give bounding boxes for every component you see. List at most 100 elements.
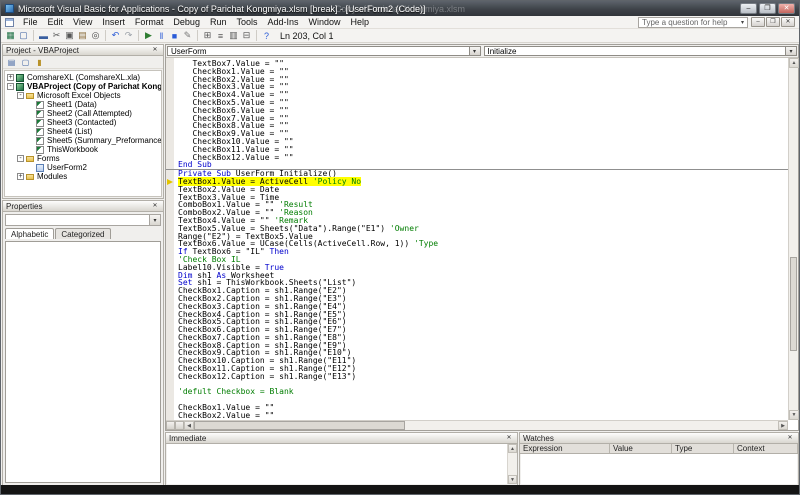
- chevron-down-icon[interactable]: ▾: [469, 47, 480, 55]
- view-excel-icon[interactable]: ▦: [4, 30, 17, 42]
- scroll-down-icon[interactable]: ▼: [789, 410, 799, 420]
- properties-object-combo[interactable]: ▾: [5, 214, 161, 226]
- menu-item-addins[interactable]: Add-Ins: [262, 16, 303, 29]
- sheet-icon: [36, 128, 44, 136]
- watches-panel-header[interactable]: Watches ✕: [520, 433, 798, 444]
- tab-alphabetic[interactable]: Alphabetic: [5, 228, 54, 239]
- menu-item-debug[interactable]: Debug: [168, 16, 205, 29]
- tree-item[interactable]: -Forms: [5, 154, 161, 163]
- menu-item-run[interactable]: Run: [205, 16, 232, 29]
- menu-item-window[interactable]: Window: [304, 16, 346, 29]
- chevron-down-icon[interactable]: ▾: [149, 215, 160, 225]
- sheet-icon: [36, 101, 44, 109]
- scroll-left-icon[interactable]: ◀: [184, 421, 194, 430]
- project-explorer-icon[interactable]: ⊞: [201, 30, 214, 42]
- tab-categorized[interactable]: Categorized: [55, 228, 110, 239]
- properties-window-icon[interactable]: ≡: [214, 30, 227, 42]
- break-icon[interactable]: ‖: [155, 30, 168, 42]
- scroll-up-icon[interactable]: ▲: [508, 444, 517, 453]
- menu-item-edit[interactable]: Edit: [43, 16, 69, 29]
- object-browser-icon[interactable]: ▥: [227, 30, 240, 42]
- tree-item[interactable]: Sheet1 (Data): [5, 100, 161, 109]
- project-panel-header[interactable]: Project - VBAProject ✕: [3, 45, 163, 56]
- toggle-folders-icon[interactable]: ▮: [34, 57, 45, 68]
- watches-list[interactable]: [521, 454, 797, 484]
- title-bar[interactable]: Microsoft Visual Basic for Applications …: [1, 1, 799, 16]
- view-object-icon[interactable]: ▢: [20, 57, 31, 68]
- save-icon[interactable]: ▬: [37, 30, 50, 42]
- immediate-panel-header[interactable]: Immediate ✕: [166, 433, 517, 444]
- reset-icon[interactable]: ■: [168, 30, 181, 42]
- tree-item[interactable]: UserForm2: [5, 163, 161, 172]
- tree-item[interactable]: -Microsoft Excel Objects: [5, 91, 161, 100]
- horizontal-scroll-thumb[interactable]: [194, 421, 405, 430]
- copy-icon[interactable]: ▣: [63, 30, 76, 42]
- minimize-button[interactable]: –: [740, 3, 757, 14]
- tree-expander[interactable]: +: [17, 173, 24, 180]
- close-icon[interactable]: ✕: [150, 46, 160, 55]
- code-horizontal-scrollbar[interactable]: ◀ ▶: [166, 420, 788, 430]
- code-vertical-scrollbar[interactable]: ▲ ▼: [788, 58, 798, 420]
- vba-main-window: Microsoft Visual Basic for Applications …: [0, 0, 800, 495]
- code-line: CheckBox12.Caption = sh1.Range("E13"): [166, 373, 788, 381]
- immediate-scrollbar[interactable]: ▲ ▼: [507, 444, 516, 484]
- close-icon[interactable]: ✕: [150, 202, 160, 211]
- scroll-down-icon[interactable]: ▼: [508, 475, 517, 484]
- tree-expander[interactable]: +: [7, 74, 14, 81]
- child-minimize-button[interactable]: –: [751, 17, 765, 27]
- help-search-box[interactable]: Type a question for help ▾: [638, 17, 748, 28]
- toolbox-icon[interactable]: ⊟: [240, 30, 253, 42]
- vertical-scroll-thumb[interactable]: [790, 257, 797, 351]
- paste-icon[interactable]: ▤: [76, 30, 89, 42]
- child-close-button[interactable]: ✕: [781, 17, 795, 27]
- design-mode-icon[interactable]: ✎: [181, 30, 194, 42]
- code-editor[interactable]: TextBox7.Value = "" CheckBox1.Value = ""…: [166, 58, 788, 420]
- menu-item-tools[interactable]: Tools: [231, 16, 262, 29]
- properties-list[interactable]: [5, 241, 161, 483]
- tree-item[interactable]: +Modules: [5, 172, 161, 181]
- tree-expander[interactable]: -: [17, 155, 24, 162]
- watches-column-header: Type: [672, 444, 734, 453]
- code-window-icon[interactable]: [5, 18, 14, 27]
- maximize-button[interactable]: ❐: [759, 3, 776, 14]
- standard-toolbar: ▦▢▬✂▣▤◎↶↷▶‖■✎⊞≡▥⊟? Ln 203, Col 1: [1, 29, 799, 43]
- undo-icon[interactable]: ↶: [109, 30, 122, 42]
- redo-icon[interactable]: ↷: [122, 30, 135, 42]
- immediate-input-area[interactable]: ▲ ▼: [167, 444, 516, 484]
- properties-panel-header[interactable]: Properties ✕: [3, 201, 163, 212]
- tree-item[interactable]: Sheet5 (Summary_Preformance): [5, 136, 161, 145]
- tree-expander[interactable]: -: [17, 92, 24, 99]
- menu-item-format[interactable]: Format: [130, 16, 169, 29]
- find-icon[interactable]: ◎: [89, 30, 102, 42]
- cut-icon[interactable]: ✂: [50, 30, 63, 42]
- help-icon[interactable]: ?: [260, 30, 273, 42]
- object-dropdown-value: UserForm: [171, 47, 207, 56]
- run-icon[interactable]: ▶: [142, 30, 155, 42]
- tree-item[interactable]: +ComshareXL (ComshareXL.xla): [5, 73, 161, 82]
- object-dropdown[interactable]: UserForm ▾: [167, 46, 481, 56]
- procedure-dropdown[interactable]: Initialize ▾: [484, 46, 798, 56]
- full-module-view-button[interactable]: [175, 421, 184, 430]
- tree-item[interactable]: -VBAProject (Copy of Parichat Kongmiya.x…: [5, 82, 161, 91]
- menu-item-view[interactable]: View: [68, 16, 97, 29]
- tree-item[interactable]: Sheet4 (List): [5, 127, 161, 136]
- tree-item[interactable]: Sheet3 (Contacted): [5, 118, 161, 127]
- tree-item[interactable]: Sheet2 (Call Attempted): [5, 109, 161, 118]
- insert-userform-icon[interactable]: ▢: [17, 30, 30, 42]
- scroll-right-icon[interactable]: ▶: [778, 421, 788, 430]
- form-icon: [36, 164, 44, 172]
- close-icon[interactable]: ✕: [504, 434, 514, 443]
- menu-item-help[interactable]: Help: [346, 16, 375, 29]
- tree-item[interactable]: ThisWorkbook: [5, 145, 161, 154]
- close-button[interactable]: ✕: [778, 3, 795, 14]
- chevron-down-icon[interactable]: ▾: [785, 47, 796, 55]
- scroll-up-icon[interactable]: ▲: [789, 58, 799, 68]
- menu-item-insert[interactable]: Insert: [97, 16, 130, 29]
- tree-expander[interactable]: -: [7, 83, 14, 90]
- child-restore-button[interactable]: ❐: [766, 17, 780, 27]
- view-code-icon[interactable]: ▤: [6, 57, 17, 68]
- close-icon[interactable]: ✕: [785, 434, 795, 443]
- toolbar-separator: [197, 30, 198, 41]
- menu-item-file[interactable]: File: [18, 16, 43, 29]
- procedure-view-button[interactable]: [166, 421, 175, 430]
